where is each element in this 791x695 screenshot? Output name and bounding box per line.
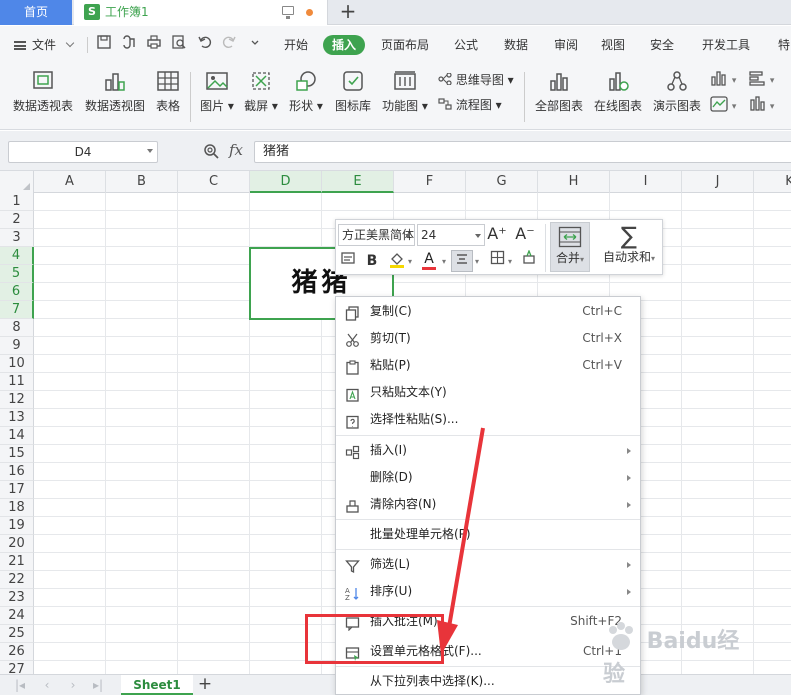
arrow-shaft	[446, 427, 485, 634]
watermark: Baidu经验	[603, 620, 753, 687]
paw-logo-icon	[609, 622, 633, 650]
annotation-arrow	[437, 427, 485, 655]
arrow-head	[437, 620, 458, 655]
